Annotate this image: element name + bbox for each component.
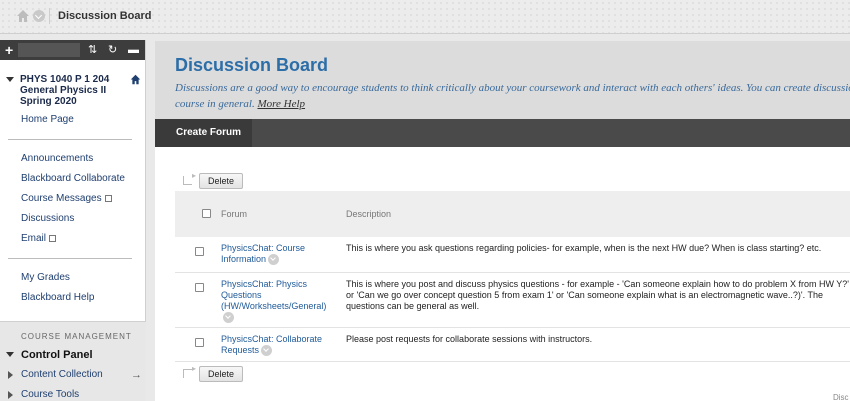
course-management-section: COURSE MANAGEMENT Control Panel Content … bbox=[0, 321, 146, 401]
chevron-down-icon[interactable] bbox=[223, 312, 234, 324]
forum-link[interactable]: PhysicsChat: Physics Questions (HW/Works… bbox=[221, 279, 333, 324]
selection-arrow-icon: ▸ bbox=[183, 172, 196, 185]
cp-item-content-collection[interactable]: Content Collection bbox=[8, 369, 103, 380]
row-checkbox[interactable] bbox=[195, 247, 204, 256]
course-home-icon[interactable] bbox=[130, 74, 141, 85]
create-forum-button[interactable]: Create Forum bbox=[155, 119, 252, 147]
column-header-forum[interactable]: Forum bbox=[221, 209, 247, 219]
page-description: Discussions are a good way to encourage … bbox=[175, 80, 850, 112]
more-help-link[interactable]: More Help bbox=[257, 98, 305, 110]
forum-name[interactable]: PhysicsChat: Course Information bbox=[221, 243, 305, 264]
course-menu-sidebar: + ⇅ ↻ ▬ PHYS 1040 P 1 204 General Physic… bbox=[0, 40, 146, 401]
select-all-checkbox[interactable] bbox=[202, 209, 211, 218]
description-line-1: Discussions are a good way to encourage … bbox=[175, 82, 850, 94]
breadcrumb-separator bbox=[49, 8, 50, 24]
chevron-down-icon[interactable] bbox=[268, 254, 280, 266]
sidebar-item-blackboard-collaborate[interactable]: Blackboard Collaborate bbox=[21, 173, 125, 184]
top-breadcrumb-bar: Discussion Board bbox=[0, 0, 850, 34]
delete-button-bottom[interactable]: Delete bbox=[199, 366, 244, 382]
sidebar-divider bbox=[8, 258, 132, 259]
forum-description: Please post requests for collaborate ses… bbox=[346, 334, 593, 344]
row-checkbox[interactable] bbox=[195, 338, 204, 347]
row-checkbox[interactable] bbox=[195, 283, 204, 292]
table-row: PhysicsChat: Course Information This is … bbox=[175, 241, 850, 273]
sort-icon[interactable]: ⇅ bbox=[88, 42, 97, 58]
selection-arrow-icon: ▸ bbox=[183, 365, 196, 378]
cp-item-course-tools[interactable]: Course Tools bbox=[8, 389, 80, 400]
refresh-icon[interactable]: ↻ bbox=[108, 42, 117, 58]
delete-button-top[interactable]: Delete bbox=[199, 173, 244, 189]
column-header-description: Description bbox=[346, 209, 392, 219]
course-tools-label: Course Tools bbox=[21, 389, 80, 400]
course-title-text: PHYS 1040 P 1 204 General Physics II Spr… bbox=[20, 74, 110, 107]
main-content: Discussion Board Discussions are a good … bbox=[155, 41, 850, 401]
page-header: Discussion Board Discussions are a good … bbox=[155, 41, 850, 119]
sidebar-item-my-grades[interactable]: My Grades bbox=[21, 272, 70, 283]
forum-name[interactable]: PhysicsChat: Physics Questions (HW/Works… bbox=[221, 279, 326, 311]
forum-link[interactable]: PhysicsChat: Collaborate Requests bbox=[221, 334, 333, 357]
collapse-triangle-icon[interactable] bbox=[6, 77, 14, 82]
expand-triangle-icon[interactable] bbox=[8, 371, 13, 379]
course-messages-label: Course Messages bbox=[21, 193, 102, 204]
external-link-icon bbox=[104, 195, 112, 202]
sidebar-item-announcements[interactable]: Announcements bbox=[21, 153, 93, 164]
toolbar-spacer bbox=[18, 43, 80, 57]
table-row: PhysicsChat: Collaborate Requests Please… bbox=[175, 332, 850, 362]
external-link-icon bbox=[49, 235, 57, 242]
description-line-2: course in general. bbox=[175, 98, 255, 110]
sidebar-divider bbox=[8, 139, 132, 140]
action-bar: Create Forum bbox=[155, 119, 850, 147]
forum-description: This is where you post and discuss physi… bbox=[346, 279, 850, 311]
email-label: Email bbox=[21, 233, 47, 244]
table-header: Forum Description bbox=[175, 191, 850, 237]
sidebar-toolbar: + ⇅ ↻ ▬ bbox=[0, 40, 145, 60]
sidebar-item-course-messages[interactable]: Course Messages bbox=[21, 193, 112, 204]
control-panel-label: Control Panel bbox=[21, 349, 93, 361]
content-collection-label: Content Collection bbox=[21, 369, 103, 380]
add-menu-item-icon[interactable]: + bbox=[5, 41, 13, 59]
arrow-right-icon[interactable]: → bbox=[131, 369, 142, 381]
sidebar-item-blackboard-help[interactable]: Blackboard Help bbox=[21, 292, 94, 303]
control-panel-heading[interactable]: Control Panel bbox=[6, 349, 93, 361]
sidebar-item-email[interactable]: Email bbox=[21, 233, 57, 244]
page-title: Discussion Board bbox=[175, 55, 329, 75]
breadcrumb-dropdown-icon[interactable] bbox=[33, 10, 45, 22]
home-icon[interactable] bbox=[16, 9, 30, 23]
folder-view-icon[interactable]: ▬ bbox=[128, 42, 139, 58]
footer-partial-text: Disc bbox=[833, 393, 849, 401]
collapse-triangle-icon[interactable] bbox=[6, 352, 14, 357]
sidebar-item-discussions[interactable]: Discussions bbox=[21, 213, 74, 224]
table-row: PhysicsChat: Physics Questions (HW/Works… bbox=[175, 277, 850, 328]
forum-link[interactable]: PhysicsChat: Course Information bbox=[221, 243, 333, 266]
expand-triangle-icon[interactable] bbox=[8, 391, 13, 399]
chevron-down-icon[interactable] bbox=[261, 345, 273, 357]
sidebar-item-home-page[interactable]: Home Page bbox=[21, 114, 74, 125]
course-management-label: COURSE MANAGEMENT bbox=[21, 332, 132, 341]
forum-description: This is where you ask questions regardin… bbox=[346, 243, 822, 253]
breadcrumb-current: Discussion Board bbox=[58, 10, 152, 22]
